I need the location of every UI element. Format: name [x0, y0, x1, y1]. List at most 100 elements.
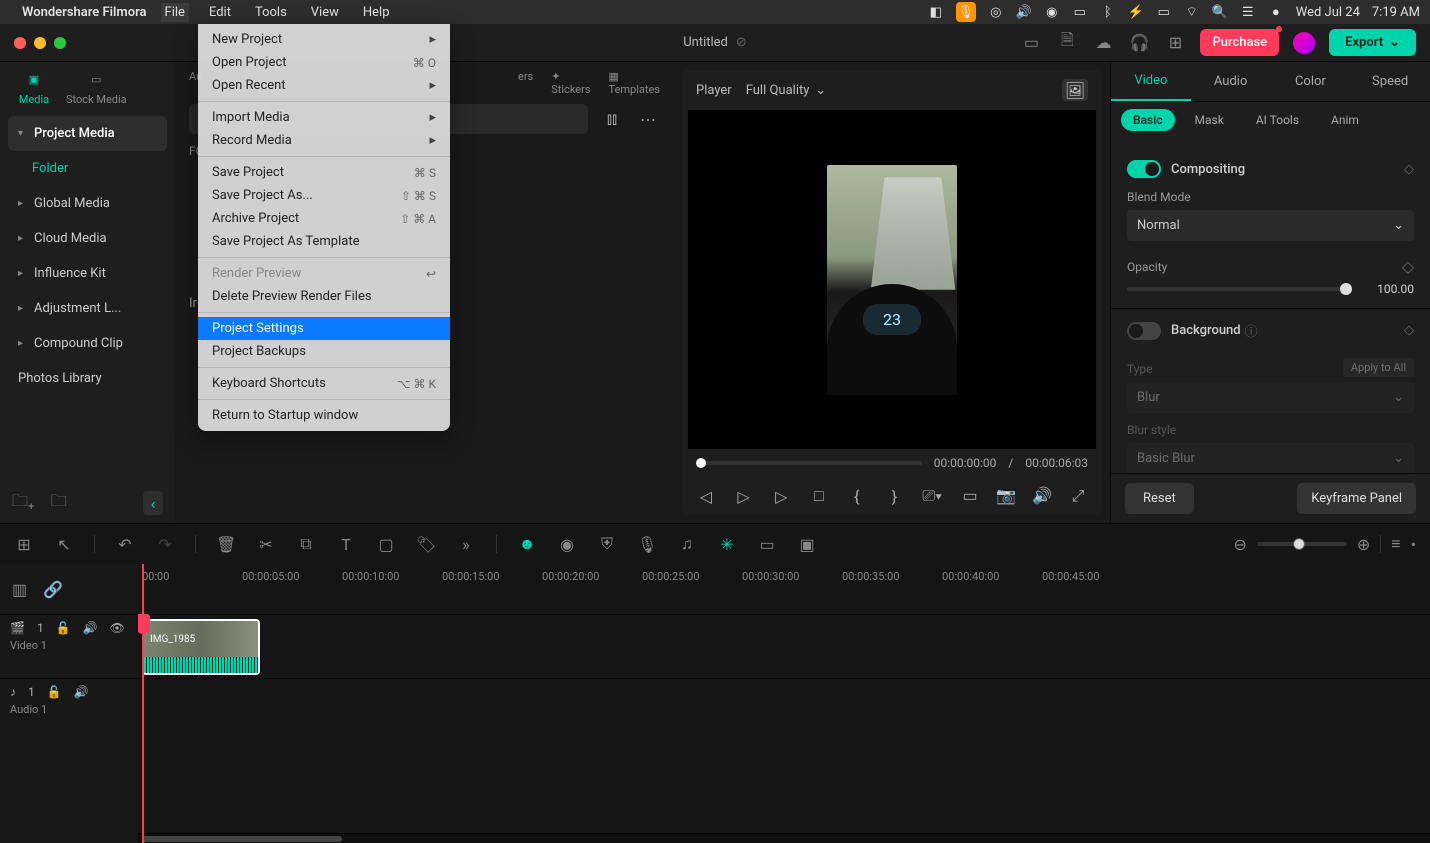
- menu-return-startup[interactable]: Return to Startup window: [198, 404, 450, 427]
- opacity-slider[interactable]: [1127, 287, 1352, 291]
- keyframe-panel-button[interactable]: Keyframe Panel: [1297, 483, 1416, 514]
- menu-archive[interactable]: Archive Project⇧ ⌘ A: [198, 207, 450, 230]
- subtab-mask[interactable]: Mask: [1183, 109, 1236, 131]
- folder-icon[interactable]: 🗀: [50, 490, 66, 517]
- app-name[interactable]: Wondershare Filmora: [22, 5, 147, 20]
- zoom-out-icon[interactable]: ⊖: [1233, 535, 1246, 554]
- tray-icon[interactable]: ◧: [928, 4, 944, 20]
- tab-effects-partial[interactable]: ers: [518, 70, 533, 96]
- save-icon[interactable]: 🗎: [1056, 32, 1078, 54]
- menu-save-project[interactable]: Save Project⌘ S: [198, 161, 450, 184]
- keyframe-icon[interactable]: ◇: [1404, 323, 1414, 338]
- audio-track-header[interactable]: ♪1🔓🔊 Audio 1: [0, 678, 138, 742]
- timeline-tracks[interactable]: 00:00 00:00:05:00 00:00:10:00 00:00:15:0…: [138, 564, 1430, 843]
- tray-icon2[interactable]: ◎: [988, 4, 1004, 20]
- blend-mode-select[interactable]: Normal⌄: [1127, 210, 1414, 241]
- menu-help[interactable]: Help: [359, 3, 394, 22]
- menubar-date[interactable]: Wed Jul 24: [1296, 5, 1360, 20]
- menu-new-project[interactable]: New Project▸: [198, 28, 450, 51]
- video-clip[interactable]: IMG_1985: [142, 619, 260, 675]
- subtab-anim[interactable]: Anim: [1319, 109, 1371, 131]
- text-icon[interactable]: T: [336, 535, 356, 554]
- layers-icon[interactable]: ▥: [12, 580, 27, 599]
- menu-file[interactable]: File: [161, 3, 189, 22]
- menu-import-media[interactable]: Import Media▸: [198, 106, 450, 129]
- sidebar-compound-clip[interactable]: ▸Compound Clip: [8, 326, 167, 361]
- link-icon[interactable]: 🔗: [43, 580, 63, 599]
- tag-icon[interactable]: 🏷: [416, 535, 436, 554]
- playhead[interactable]: [142, 564, 144, 843]
- tab-media[interactable]: ▣Media: [10, 69, 58, 106]
- mute-icon[interactable]: 🔊: [83, 621, 98, 635]
- keyframe-icon[interactable]: ◇: [1402, 257, 1414, 276]
- bluetooth-icon[interactable]: ᛒ: [1100, 4, 1116, 20]
- menubar-time[interactable]: 7:19 AM: [1372, 5, 1420, 20]
- timeline-scrollbar[interactable]: [138, 833, 1430, 843]
- screen-icon[interactable]: ▭: [1156, 4, 1172, 20]
- shield-icon[interactable]: ⛨: [597, 534, 617, 554]
- background-type-select[interactable]: Blur⌄: [1127, 382, 1414, 413]
- sidebar-global-media[interactable]: ▸Global Media: [8, 186, 167, 221]
- filter-icon[interactable]: ⫾⫾: [600, 107, 624, 131]
- sidebar-adjustment-layer[interactable]: ▸Adjustment L...: [8, 291, 167, 326]
- cloud-sync-icon[interactable]: ⊘: [736, 35, 747, 50]
- mute-icon[interactable]: 🔊: [74, 685, 89, 699]
- apply-to-all-button[interactable]: Apply to All: [1343, 358, 1414, 377]
- tab-video[interactable]: Video: [1111, 62, 1191, 101]
- tab-stock-media[interactable]: ▭Stock Media: [66, 69, 127, 106]
- sidebar-folder[interactable]: Folder: [8, 151, 167, 186]
- menu-open-recent[interactable]: Open Recent▸: [198, 74, 450, 97]
- background-toggle[interactable]: [1127, 322, 1161, 340]
- lock-icon[interactable]: 🔓: [47, 685, 62, 699]
- tab-audio[interactable]: Audio: [1191, 62, 1271, 101]
- sidebar-project-media[interactable]: ▾Project Media: [8, 116, 167, 151]
- prev-frame-icon[interactable]: ◁: [696, 487, 716, 506]
- music-icon[interactable]: ♫: [677, 534, 697, 554]
- crop-icon[interactable]: ⧉: [296, 534, 316, 554]
- collapse-sidebar-button[interactable]: ‹: [143, 491, 163, 515]
- color-wheel-icon[interactable]: ◉: [557, 535, 577, 554]
- redo-icon[interactable]: ↷: [155, 535, 175, 554]
- display-icon[interactable]: ▭: [1072, 4, 1088, 20]
- timeline-ruler[interactable]: 00:00 00:00:05:00 00:00:10:00 00:00:15:0…: [138, 564, 1430, 614]
- grid-icon[interactable]: ⊞: [1164, 32, 1186, 54]
- mic-recording-icon[interactable]: 🎙: [956, 2, 976, 22]
- mark-in-icon[interactable]: {: [847, 487, 867, 506]
- tab-color[interactable]: Color: [1271, 62, 1351, 101]
- close-button[interactable]: [14, 37, 26, 49]
- keyframe-icon[interactable]: ◇: [1404, 162, 1414, 177]
- frame-icon[interactable]: ▣: [797, 535, 817, 554]
- menu-view[interactable]: View: [307, 3, 343, 22]
- cut-icon[interactable]: ✂: [256, 535, 276, 554]
- cloud-icon[interactable]: ☁: [1092, 32, 1114, 54]
- purchase-button[interactable]: Purchase: [1200, 29, 1279, 56]
- eye-icon[interactable]: 👁: [110, 621, 125, 635]
- undo-icon[interactable]: ↶: [115, 535, 135, 554]
- menu-edit[interactable]: Edit: [205, 3, 235, 22]
- volume-icon[interactable]: 🔊: [1032, 486, 1052, 506]
- info-icon[interactable]: ⓘ: [1245, 321, 1258, 340]
- new-folder-icon[interactable]: 🗀₊: [12, 490, 34, 517]
- slider-thumb[interactable]: [1340, 283, 1352, 295]
- audio-track-lane[interactable]: [138, 678, 1430, 742]
- grammarly-icon[interactable]: ◉: [1044, 4, 1060, 20]
- sidebar-photos-library[interactable]: Photos Library: [8, 361, 167, 396]
- menu-project-backups[interactable]: Project Backups: [198, 340, 450, 363]
- quality-select[interactable]: Full Quality⌄: [746, 83, 827, 98]
- headphones-icon[interactable]: 🎧: [1128, 32, 1150, 54]
- compositing-toggle[interactable]: [1127, 160, 1161, 178]
- settings-icon[interactable]: •: [1411, 535, 1416, 554]
- scrub-handle[interactable]: [696, 458, 706, 468]
- more-icon[interactable]: ⋯: [636, 107, 660, 131]
- mic-icon[interactable]: 🎙: [637, 535, 657, 554]
- camera-icon[interactable]: 📷: [996, 486, 1016, 506]
- menu-save-as[interactable]: Save Project As...⇧ ⌘ S: [198, 184, 450, 207]
- layout-icon[interactable]: ▭: [1020, 32, 1042, 54]
- menu-open-project[interactable]: Open Project⌘ O: [198, 51, 450, 74]
- player-viewport[interactable]: [688, 110, 1096, 449]
- stop-icon[interactable]: □: [809, 486, 829, 506]
- scrub-track[interactable]: [696, 461, 922, 465]
- track-height-icon[interactable]: ≡: [1391, 534, 1400, 554]
- play-back-icon[interactable]: ▷: [734, 487, 754, 506]
- maximize-button[interactable]: [54, 37, 66, 49]
